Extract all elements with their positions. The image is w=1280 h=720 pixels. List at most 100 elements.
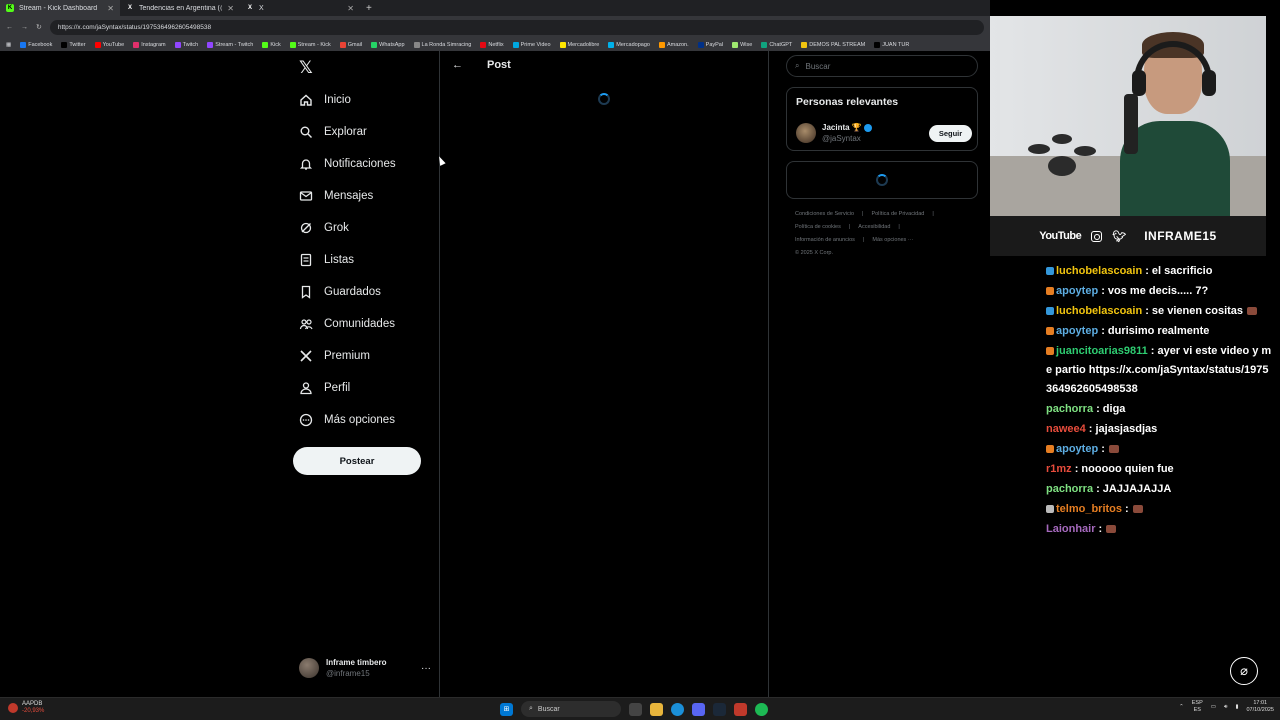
nav-item-grok[interactable]: Grok (299, 216, 349, 240)
bookmark-item[interactable]: Stream - Twitch (207, 41, 253, 48)
more-icon[interactable]: ··· (421, 663, 431, 674)
volume-icon[interactable]: 🔊︎ (1224, 704, 1227, 711)
bookmark-item[interactable]: Twitter (61, 41, 86, 48)
footer-separator: | (898, 224, 900, 230)
badge-icon (1046, 307, 1054, 316)
task-view-icon[interactable] (629, 702, 642, 716)
badge-icon (1046, 445, 1054, 454)
nav-item-label: Comunidades (324, 318, 395, 330)
footer-link[interactable]: Información de anuncios (795, 237, 855, 243)
nav-item-listas[interactable]: Listas (299, 248, 354, 272)
bookmark-item[interactable]: Mercadopago (608, 41, 650, 48)
bookmark-item[interactable]: ChatGPT (761, 41, 792, 48)
bookmark-item[interactable]: Kick (262, 41, 281, 48)
nav-item-explorar[interactable]: Explorar (299, 120, 367, 144)
footer-link[interactable]: Política de cookies (795, 224, 841, 230)
bookmark-item[interactable]: DEMOS PAL STREAM (801, 41, 865, 48)
bookmark-item[interactable]: YouTube (94, 41, 124, 48)
bookmark-item[interactable]: Netflix (480, 41, 504, 48)
x-logo[interactable]: 𝕏 (299, 58, 313, 78)
bookmark-item[interactable]: Stream - Kick (289, 41, 331, 48)
loading-spinner (598, 93, 610, 105)
nav-item-mensajes[interactable]: Mensajes (299, 184, 373, 208)
avatar[interactable] (796, 123, 816, 143)
nav-item-guardados[interactable]: Guardados (299, 280, 381, 304)
steam-icon[interactable] (713, 702, 726, 716)
taskbar-search[interactable]: ⌕ Buscar (521, 701, 621, 717)
footer-link[interactable]: Política de Privacidad (871, 211, 924, 217)
footer-separator: | (862, 211, 864, 217)
nav-item-premium[interactable]: Premium (299, 344, 370, 368)
bookmark-item[interactable]: Twitch (174, 41, 198, 48)
nav-item-comunidades[interactable]: Comunidades (299, 312, 395, 336)
nav-item-notificaciones[interactable]: Notificaciones (299, 152, 396, 176)
youtube-logo: YouTube (1039, 230, 1082, 242)
x-page: 𝕏 Inicio Explorar Notificaciones Mensajes Gr… (0, 51, 990, 697)
footer-link[interactable]: Más opciones ··· (872, 237, 913, 243)
bookmark-label: Amazon. (666, 41, 689, 48)
nav-item-label: Explorar (324, 126, 367, 138)
bookmark-item[interactable]: La Ronda Simracing (413, 41, 471, 48)
account-switcher[interactable]: Inframe timbero @inframe15 ··· (299, 656, 431, 680)
follow-button[interactable]: Seguir (929, 124, 972, 142)
chat-message: apoytep: vos me decis..... 7? (1046, 282, 1272, 301)
new-tab-icon[interactable]: + (366, 3, 372, 14)
battery-icon[interactable]: ▮ (1235, 704, 1238, 710)
nav-item-perfil[interactable]: Perfil (299, 376, 350, 400)
relevant-user[interactable]: Jacinta 🏆 @jaSyntax Seguir (796, 121, 972, 145)
close-icon[interactable]: ✕ (227, 4, 234, 13)
bookmark-favicon-icon (658, 41, 665, 48)
bookmark-favicon-icon (801, 41, 808, 48)
bookmark-favicon-icon (339, 41, 346, 48)
mail-icon (299, 189, 313, 203)
nav-item-label: Listas (324, 254, 355, 266)
search-icon (299, 125, 313, 139)
network-icon[interactable]: ▭ (1211, 704, 1216, 710)
bookmark-item[interactable]: PayPal (697, 41, 723, 48)
chat-username: Laionhair (1046, 523, 1096, 535)
bookmark-item[interactable]: WhatsApp (371, 41, 405, 48)
post-button[interactable]: Postear (293, 447, 421, 475)
footer-link[interactable]: Condiciones de Servicio (795, 211, 854, 217)
apps-icon[interactable]: ▦ (6, 42, 11, 48)
nav-item-label: Perfil (324, 382, 351, 394)
bookmark-item[interactable]: Amazon. (658, 41, 689, 48)
browser-tab[interactable]: X Tendencias en Argentina (@porq ✕ (120, 0, 240, 16)
bookmark-item[interactable]: Facebook (20, 41, 52, 48)
reload-icon[interactable]: ↻ (36, 23, 42, 31)
bookmark-item[interactable]: Wise (732, 41, 752, 48)
file-explorer-icon[interactable] (650, 702, 663, 716)
windows-start-icon[interactable]: ⊞ (500, 702, 513, 716)
bookmark-item[interactable]: Gmail (339, 41, 363, 48)
back-icon[interactable]: ← (6, 24, 13, 31)
discord-icon[interactable] (692, 702, 705, 716)
bookmark-item[interactable]: Instagram (133, 41, 166, 48)
bookmark-item[interactable]: Mercadolibre (559, 41, 599, 48)
lang-top: ESP (1191, 700, 1203, 706)
stock-widget[interactable]: AAPDB -20,93% (8, 701, 44, 715)
edge-icon[interactable] (671, 702, 684, 716)
footer-link[interactable]: Accesibilidad (858, 224, 890, 230)
chat-text: : (1098, 523, 1103, 535)
close-icon[interactable]: ✕ (347, 4, 354, 13)
spotify-icon[interactable] (755, 702, 768, 716)
forward-icon[interactable]: → (21, 24, 28, 31)
game-icon[interactable] (734, 702, 747, 716)
footer-link[interactable]: © 2025 X Corp. (795, 250, 833, 256)
back-arrow-icon[interactable]: ← (452, 59, 463, 71)
social-bar: YouTube 🐦︎ INFRAME15 (990, 216, 1266, 256)
clock[interactable]: 17:01 07/10/2025 (1246, 700, 1274, 714)
url-input[interactable]: https://x.com/jaSyntax/status/1975364962… (49, 19, 984, 35)
bookmark-item[interactable]: JUAN TUR (874, 41, 909, 48)
browser-tab[interactable]: X X ✕ (240, 0, 360, 16)
close-icon[interactable]: ✕ (107, 4, 114, 13)
search-input[interactable]: ⌕ Buscar (786, 55, 978, 77)
chevron-up-icon[interactable]: ⌃ (1179, 704, 1184, 710)
bookmark-item[interactable]: Prime Video (512, 41, 551, 48)
windows-taskbar: AAPDB -20,93% ⊞ ⌕ Buscar ⌃ ESP ES ▭ 🔊︎ ▮… (0, 697, 1280, 720)
browser-tab[interactable]: K Stream - Kick Dashboard ✕ (0, 0, 120, 16)
bookmark-label: Gmail (347, 41, 363, 48)
nav-item-mas-opciones[interactable]: Más opciones (299, 408, 395, 432)
language-indicator[interactable]: ESP ES (1192, 700, 1203, 714)
nav-item-inicio[interactable]: Inicio (299, 88, 351, 112)
